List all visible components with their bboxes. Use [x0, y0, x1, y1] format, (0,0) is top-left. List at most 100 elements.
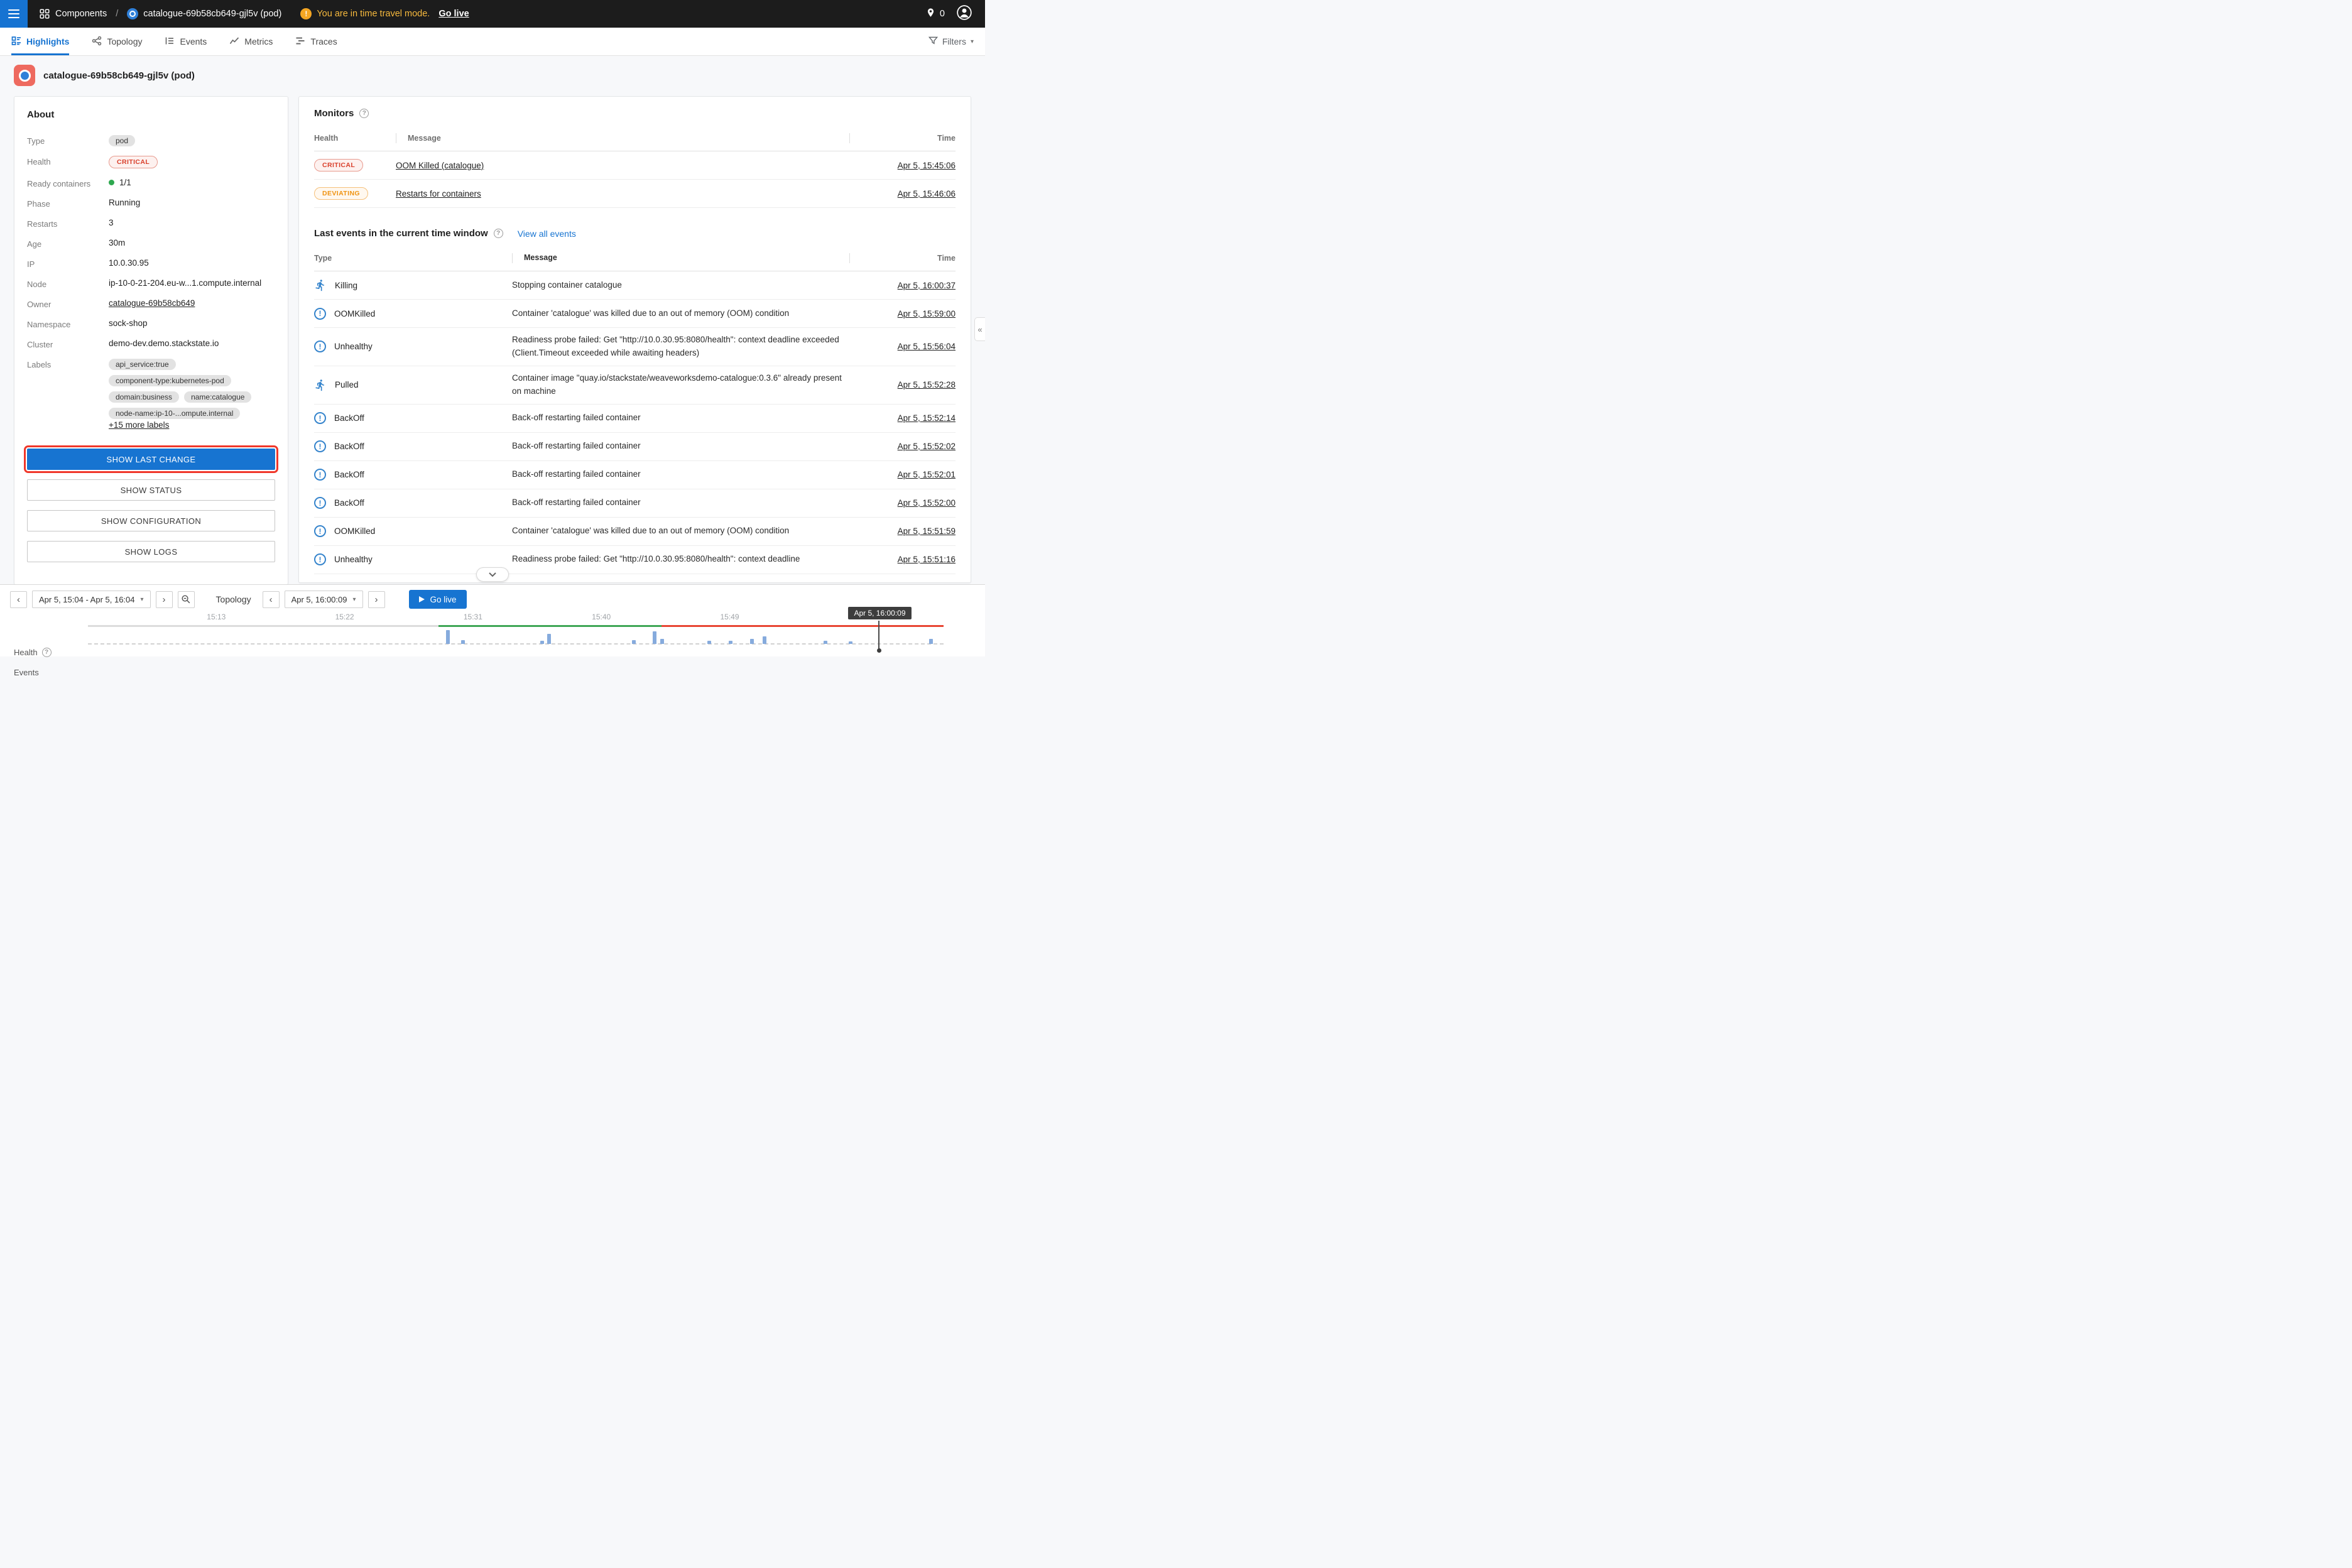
- health-row-label: Health: [14, 648, 38, 657]
- tab-events-label: Events: [180, 36, 207, 46]
- event-type: Killing: [335, 281, 357, 290]
- event-message: Container image "quay.io/stackstate/weav…: [512, 372, 861, 398]
- health-line: [88, 625, 944, 627]
- chevron-down-icon: ▾: [141, 596, 144, 603]
- breadcrumb-entity[interactable]: catalogue-69b58cb649-gjl5v (pod): [127, 8, 281, 19]
- owner-link[interactable]: catalogue-69b58cb649: [109, 298, 195, 308]
- event-type: Pulled: [335, 380, 359, 389]
- topology-time-prev-button[interactable]: ‹: [263, 591, 280, 608]
- col-message: Message: [524, 252, 849, 264]
- event-row[interactable]: BackOff Back-off restarting failed conta…: [314, 433, 956, 461]
- time-range-next-button[interactable]: ›: [156, 591, 173, 608]
- tab-metrics[interactable]: Metrics: [229, 28, 273, 55]
- tab-metrics-label: Metrics: [244, 36, 273, 46]
- show-last-change-button[interactable]: SHOW LAST CHANGE: [27, 449, 275, 470]
- col-message: Message: [408, 134, 849, 143]
- event-message: Readiness probe failed: Get "http://10.0…: [512, 553, 861, 566]
- topology-snapshot-label: Topology: [216, 594, 251, 604]
- event-time-link[interactable]: Apr 5, 15:52:02: [898, 442, 956, 451]
- time-range-prev-button[interactable]: ‹: [10, 591, 27, 608]
- event-row[interactable]: OOMKilled Container 'catalogue' was kill…: [314, 300, 956, 328]
- show-configuration-button[interactable]: SHOW CONFIGURATION: [27, 510, 275, 531]
- events-histogram: [88, 643, 944, 645]
- event-type: BackOff: [334, 413, 364, 423]
- event-time-link[interactable]: Apr 5, 15:52:14: [898, 413, 956, 423]
- type-pill: pod: [109, 135, 135, 146]
- event-message: Back-off restarting failed container: [512, 440, 861, 453]
- event-time-link[interactable]: Apr 5, 15:51:59: [898, 526, 956, 536]
- event-time-link[interactable]: Apr 5, 15:56:04: [898, 342, 956, 351]
- alert-circle-icon: [314, 440, 326, 452]
- monitor-row[interactable]: CRITICAL OOM Killed (catalogue) Apr 5, 1…: [314, 151, 956, 180]
- show-status-button[interactable]: SHOW STATUS: [27, 479, 275, 501]
- timeline-cursor[interactable]: Apr 5, 16:00:09: [878, 621, 879, 651]
- help-icon[interactable]: [359, 109, 369, 118]
- tab-topology-label: Topology: [107, 36, 142, 46]
- go-live-link[interactable]: Go live: [438, 9, 469, 19]
- components-icon: [39, 8, 50, 19]
- topology-time-dropdown[interactable]: Apr 5, 16:00:09 ▾: [285, 591, 363, 608]
- node-value: ip-10-0-21-204.eu-w...1.compute.internal: [109, 278, 261, 288]
- event-row[interactable]: Pulled Container image "quay.io/stacksta…: [314, 366, 956, 405]
- time-travel-banner: You are in time travel mode. Go live: [300, 8, 469, 19]
- about-title: About: [27, 109, 275, 120]
- tab-topology[interactable]: Topology: [92, 28, 142, 55]
- monitor-message-link[interactable]: OOM Killed (catalogue): [396, 161, 484, 170]
- more-labels-link[interactable]: +15 more labels: [109, 420, 169, 430]
- pinned-items-button[interactable]: 0: [925, 8, 945, 21]
- right-panel-toggle[interactable]: «: [974, 317, 985, 341]
- event-time-link[interactable]: Apr 5, 15:51:16: [898, 555, 956, 564]
- event-row[interactable]: Unhealthy Readiness probe failed: Get "h…: [314, 328, 956, 366]
- tab-highlights[interactable]: Highlights: [11, 28, 69, 55]
- tab-traces[interactable]: Traces: [295, 28, 337, 55]
- filters-button[interactable]: Filters ▾: [928, 28, 974, 55]
- event-time-link[interactable]: Apr 5, 15:52:01: [898, 470, 956, 479]
- go-live-button[interactable]: Go live: [409, 590, 467, 609]
- field-label-ip: IP: [27, 258, 109, 269]
- breadcrumb-separator: /: [116, 9, 118, 19]
- event-bar: [653, 631, 656, 644]
- topbar: Components / catalogue-69b58cb649-gjl5v …: [0, 0, 985, 28]
- monitors-table-header: Health Message Time: [314, 125, 956, 151]
- event-message: Container 'catalogue' was killed due to …: [512, 307, 861, 320]
- breadcrumb-components-label: Components: [55, 9, 107, 19]
- event-row[interactable]: BackOff Back-off restarting failed conta…: [314, 489, 956, 518]
- help-icon[interactable]: [42, 648, 52, 657]
- monitor-message-link[interactable]: Restarts for containers: [396, 189, 481, 199]
- tab-events[interactable]: Events: [165, 28, 207, 55]
- breadcrumb-components[interactable]: Components: [39, 8, 107, 19]
- help-icon[interactable]: [494, 229, 503, 238]
- event-row[interactable]: BackOff Back-off restarting failed conta…: [314, 461, 956, 489]
- event-time-link[interactable]: Apr 5, 16:00:37: [898, 281, 956, 290]
- tabs-bar: Highlights Topology Events Metrics Trace…: [0, 28, 985, 56]
- event-row[interactable]: Killing Stopping container catalogue Apr…: [314, 271, 956, 300]
- monitor-time-link[interactable]: Apr 5, 15:46:06: [898, 189, 956, 199]
- column-divider: [512, 253, 513, 263]
- timeline-plot[interactable]: 15:1315:2215:3115:4015:49 Apr 5, 16:00:0…: [88, 611, 944, 655]
- traces-icon: [295, 36, 305, 48]
- label-pill: api_service:true: [109, 359, 176, 370]
- view-all-events-link[interactable]: View all events: [518, 229, 576, 239]
- monitor-time-link[interactable]: Apr 5, 15:45:06: [898, 161, 956, 170]
- topology-time-next-button[interactable]: ›: [368, 591, 385, 608]
- field-label-labels: Labels: [27, 359, 109, 369]
- event-time-link[interactable]: Apr 5, 15:52:00: [898, 498, 956, 508]
- time-range-dropdown[interactable]: Apr 5, 15:04 - Apr 5, 16:04 ▾: [32, 591, 151, 608]
- filters-label: Filters: [942, 36, 966, 46]
- event-row[interactable]: BackOff Back-off restarting failed conta…: [314, 405, 956, 433]
- event-time-link[interactable]: Apr 5, 15:52:28: [898, 380, 956, 389]
- hamburger-menu-button[interactable]: [0, 0, 28, 28]
- expand-events-button[interactable]: [476, 567, 509, 582]
- event-row[interactable]: Unhealthy Readiness probe failed: Get "h…: [314, 546, 956, 574]
- timeline-panel: ‹ Apr 5, 15:04 - Apr 5, 16:04 ▾ › Topolo…: [0, 584, 985, 656]
- event-row[interactable]: OOMKilled Container 'catalogue' was kill…: [314, 518, 956, 546]
- show-logs-button[interactable]: SHOW LOGS: [27, 541, 275, 562]
- avatar[interactable]: [956, 4, 972, 23]
- zoom-out-button[interactable]: [178, 591, 195, 608]
- health-status-badge: CRITICAL: [109, 156, 158, 168]
- event-type: OOMKilled: [334, 526, 375, 536]
- event-time-link[interactable]: Apr 5, 15:59:00: [898, 309, 956, 318]
- monitor-health-badge: CRITICAL: [314, 159, 363, 172]
- monitor-row[interactable]: DEVIATING Restarts for containers Apr 5,…: [314, 180, 956, 208]
- alert-circle-icon: [314, 412, 326, 424]
